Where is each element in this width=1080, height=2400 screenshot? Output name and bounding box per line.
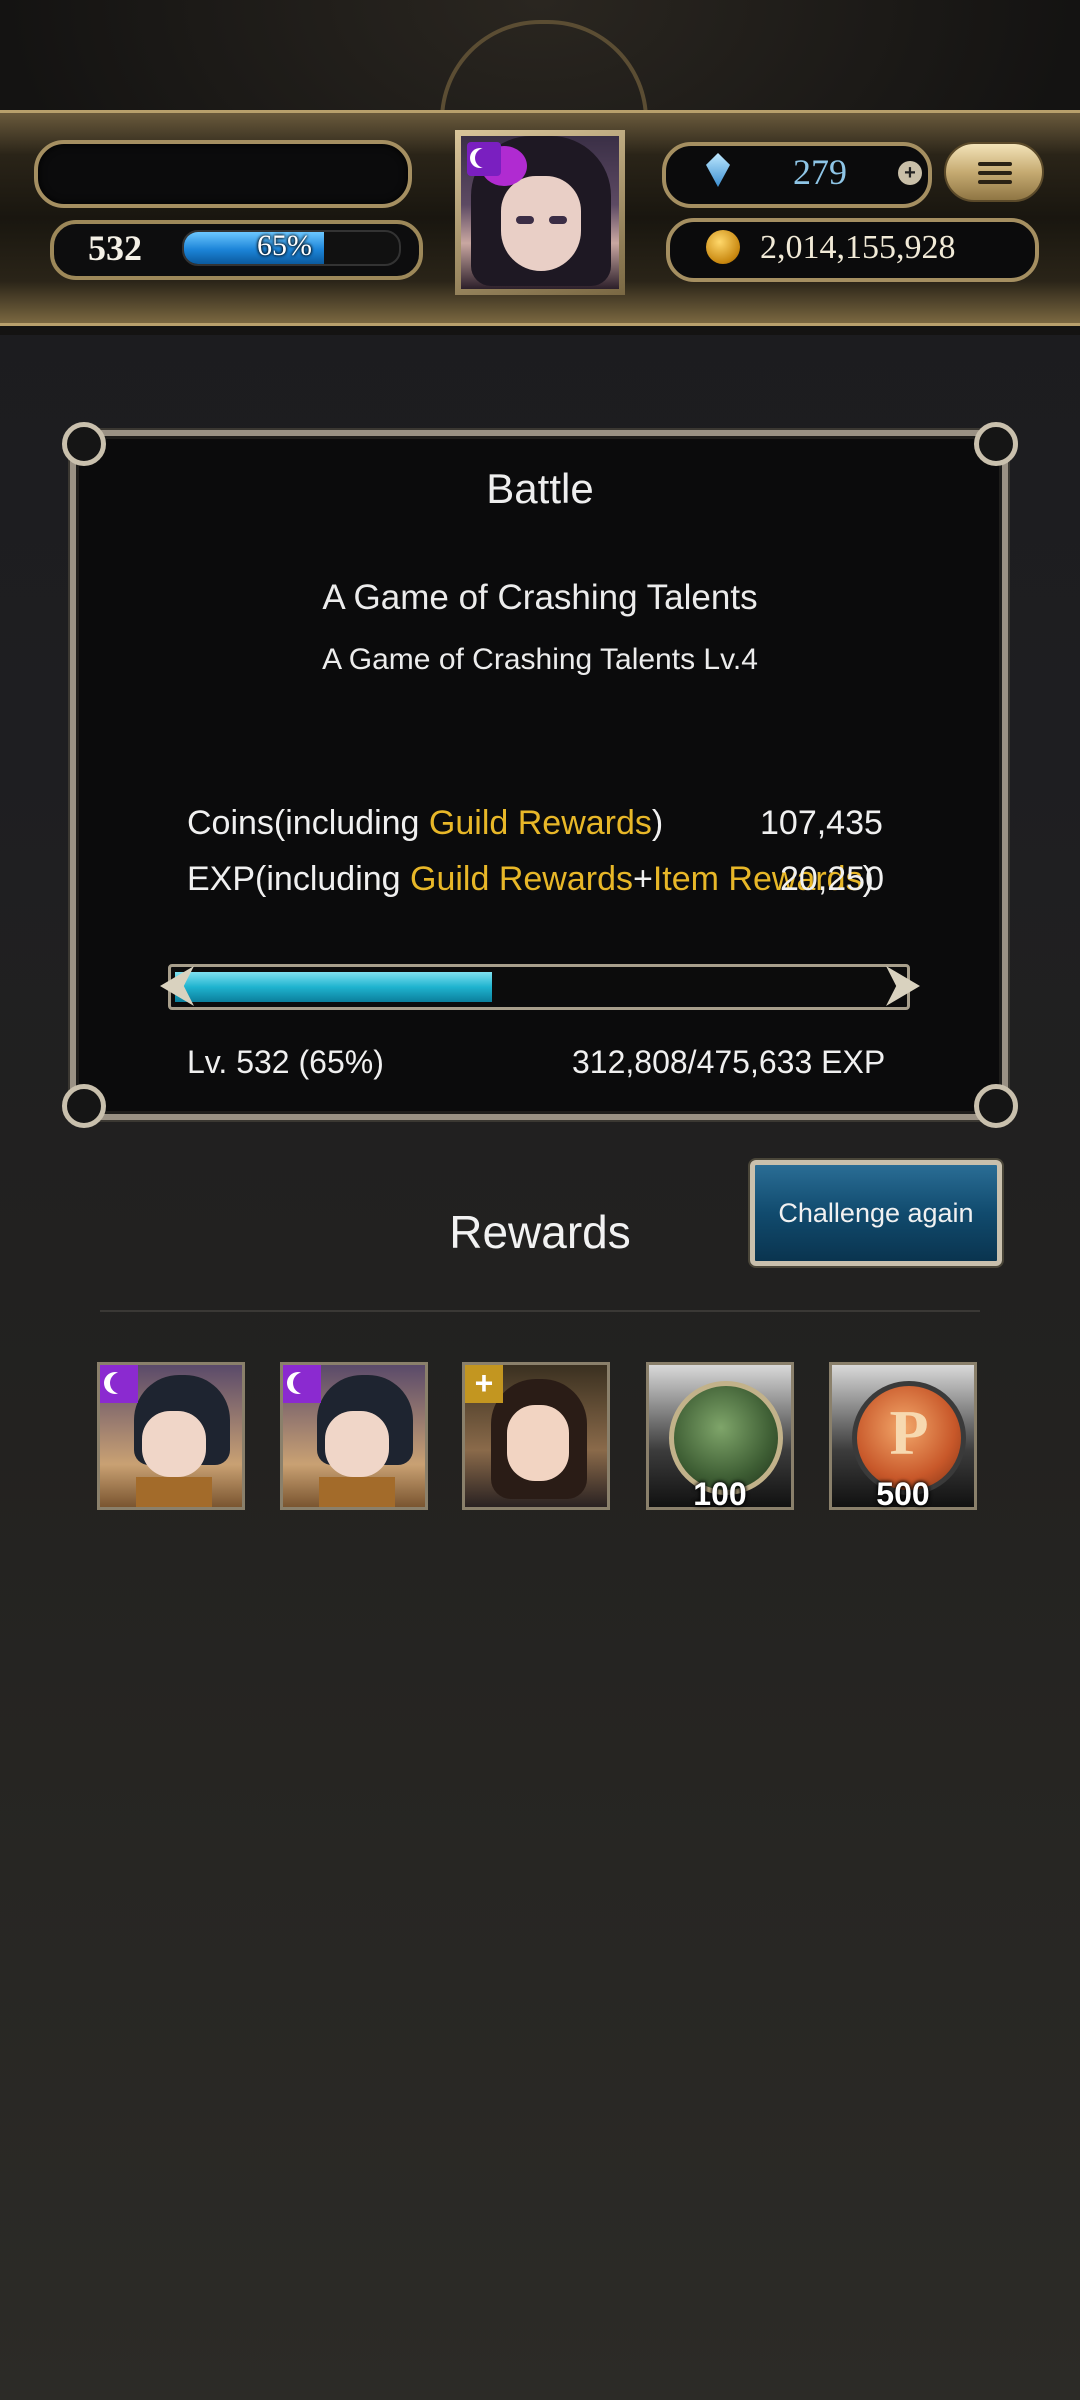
panel-corner-ornament: [974, 1084, 1018, 1128]
panel-corner-ornament: [62, 1084, 106, 1128]
moon-icon: [283, 1365, 321, 1403]
challenge-again-label: Challenge again: [778, 1198, 974, 1228]
plus-icon: +: [465, 1365, 503, 1403]
level-progress-text: 65%: [257, 229, 312, 262]
gem-count: 279: [793, 152, 847, 192]
reward-character[interactable]: +: [462, 1362, 610, 1510]
reward-quantity: 100: [693, 1476, 747, 1512]
stage-name: A Game of Crashing Talents: [322, 578, 758, 617]
reward-quantity: 500: [876, 1476, 930, 1512]
coin-icon: [706, 230, 740, 264]
stage-level: A Game of Crashing Talents Lv.4: [322, 643, 758, 676]
reward-item[interactable]: P 500: [829, 1362, 977, 1512]
coins-label: Coins(including Guild Rewards): [187, 804, 664, 842]
moon-icon: [100, 1365, 138, 1403]
battle-result-panel: [70, 430, 1008, 1120]
menu-button[interactable]: [944, 142, 1044, 202]
player-name-plate[interactable]: [34, 140, 412, 208]
reward-character[interactable]: [280, 1362, 428, 1510]
exp-summary: 312,808/475,633 EXP: [572, 1044, 886, 1080]
coins-earned: 107,435: [760, 804, 883, 842]
avatar-portrait: [461, 136, 619, 289]
exp-progress-bar: [168, 964, 910, 1010]
exp-label: EXP(including Guild Rewards+Item Rewards…: [187, 860, 874, 898]
divider: [100, 1310, 980, 1312]
moon-icon: [467, 142, 501, 176]
level-summary: Lv. 532 (65%): [187, 1044, 384, 1080]
reward-character[interactable]: [97, 1362, 245, 1510]
coin-count: 2,014,155,928: [760, 229, 956, 266]
add-gems-plus-icon[interactable]: +: [898, 161, 922, 185]
panel-corner-ornament: [974, 422, 1018, 466]
menu-icon: [978, 162, 1012, 166]
reward-item[interactable]: 100: [646, 1362, 794, 1512]
panel-title: Battle: [486, 465, 594, 512]
panel-corner-ornament: [62, 422, 106, 466]
challenge-again-button[interactable]: Challenge again: [750, 1160, 1002, 1266]
exp-earned: 20,250: [780, 860, 884, 898]
player-level: 532: [88, 228, 142, 268]
exp-progress-fill: [175, 972, 492, 1002]
player-avatar[interactable]: [455, 130, 625, 295]
